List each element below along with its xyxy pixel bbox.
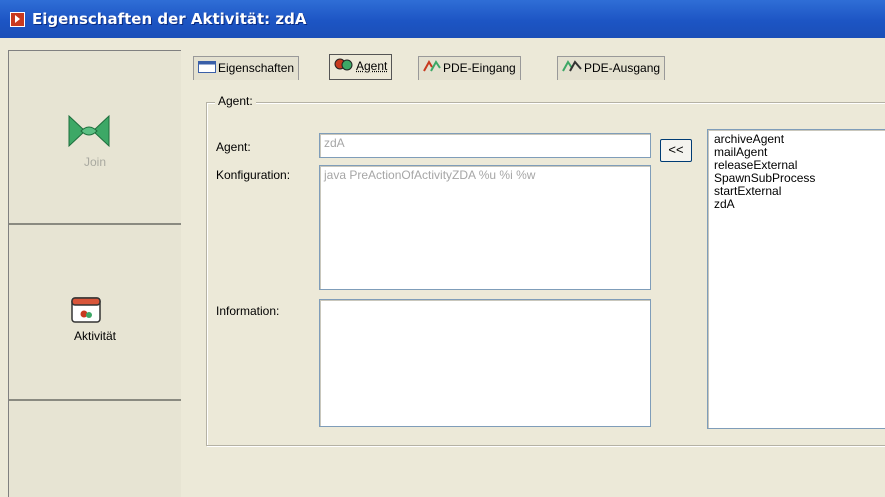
- agent-field[interactable]: zdA: [319, 133, 651, 158]
- info-label: Information:: [216, 304, 280, 318]
- join-label: Join: [83, 155, 106, 169]
- properties-icon: [198, 58, 216, 80]
- tab-label: Agent: [356, 59, 388, 73]
- list-item[interactable]: startExternal: [714, 185, 879, 198]
- info-field[interactable]: [319, 299, 651, 427]
- pde-input-icon: [423, 58, 441, 80]
- tab-label: Eigenschaften: [218, 61, 295, 75]
- tab-pde-ausgang[interactable]: PDE-Ausgang: [557, 56, 666, 80]
- config-field[interactable]: java PreActionOfActivityZDA %u %i %w: [319, 165, 651, 290]
- tab-pde-eingang[interactable]: PDE-Eingang: [418, 56, 521, 80]
- move-agent-button[interactable]: <<: [660, 139, 692, 162]
- window-title: Eigenschaften der Aktivität: zdA: [32, 10, 307, 28]
- join-icon: [68, 114, 110, 148]
- tab-eigenschaften[interactable]: Eigenschaften: [193, 56, 300, 80]
- activity-label: Aktivität: [73, 329, 116, 343]
- list-item[interactable]: zdA: [714, 198, 879, 211]
- tab-label: PDE-Eingang: [443, 61, 516, 75]
- agent-group-legend: Agent:: [215, 94, 256, 108]
- activity-section[interactable]: Aktivität: [9, 225, 181, 401]
- join-section[interactable]: Join: [9, 51, 181, 225]
- agent-icon: [334, 56, 354, 78]
- app-icon[interactable]: [10, 12, 25, 27]
- tab-label: PDE-Ausgang: [584, 61, 661, 75]
- pde-output-icon: [562, 58, 582, 80]
- agent-listbox[interactable]: archiveAgent mailAgent releaseExternal S…: [707, 129, 885, 429]
- agent-label: Agent:: [216, 140, 251, 154]
- activity-icon: [71, 297, 101, 323]
- config-label: Konfiguration:: [216, 168, 291, 182]
- tab-agent[interactable]: Agent: [329, 54, 393, 80]
- left-navigation-panel: Join Aktivität: [8, 50, 181, 497]
- title-bar: Eigenschaften der Aktivität: zdA: [0, 0, 885, 38]
